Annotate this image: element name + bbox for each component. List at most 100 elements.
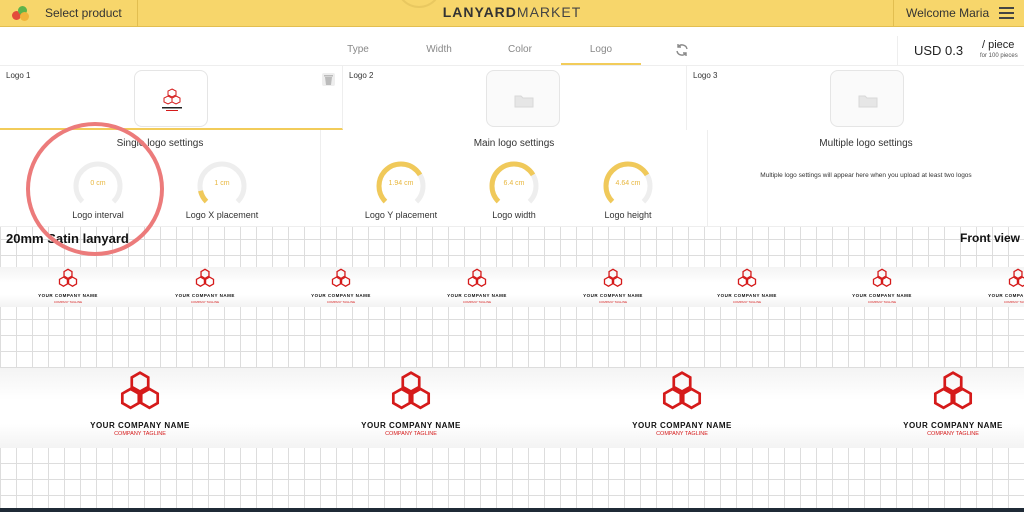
hexagon-logo-icon [120,371,160,410]
logo-width-gauge[interactable]: 6.4 cm [486,158,542,214]
highlight-circle [26,122,164,256]
company-name: YOUR COMPANY NAME [988,293,1024,299]
logo-thumbnail[interactable] [134,70,208,127]
company-tagline: COMPANY TAGLINE [927,430,979,437]
lanyard-print-logo: YOUR COMPANY NAMECOMPANY TAGLINE [893,370,1013,448]
company-name: YOUR COMPANY NAME [447,293,507,299]
company-tagline: COMPANY TAGLINE [190,299,220,304]
company-logo-thumbnail-icon [162,88,182,111]
lanyard-print-logo: YOUR COMPANY NAMECOMPANY TAGLINE [687,268,807,312]
hamburger-menu-icon[interactable] [999,7,1014,19]
logo-y-placement-gauge[interactable]: 1.94 cm [373,158,429,214]
lanyard-print-logo: YOUR COMPANY NAMECOMPANY TAGLINE [351,370,471,448]
hexagon-logo-icon [603,268,623,287]
lanyard-print-logo: YOUR COMPANY NAMECOMPANY TAGLINE [80,370,200,448]
lanyard-strip-small: YOUR COMPANY NAME COMPANY TAGLINE YOUR COM… [0,267,1024,307]
refresh-icon[interactable] [674,42,690,58]
lanyard-print-logo: YOUR COMPANY NAMECOMPANY TAGLINE [8,268,128,312]
gauge-value: 1 cm [214,180,230,187]
hexagon-logo-icon [195,268,215,287]
tab-type[interactable]: Type [328,44,388,55]
gauge-label: Logo Y placement [364,210,438,220]
lanyard-print-logo: YOUR COMPANY NAMECOMPANY TAGLINE [145,268,265,312]
gauge-label: Logo X placement [185,210,259,220]
logo-slot-3[interactable]: Logo 3 [687,66,1024,130]
gauge-value: 4.64 cm [615,180,641,187]
tab-logo[interactable]: Logo [571,44,631,55]
upload-placeholder[interactable] [486,70,560,127]
hexagon-logo-icon [58,268,78,287]
company-tagline: COMPANY TAGLINE [732,299,762,304]
company-tagline: COMPANY TAGLINE [114,430,166,437]
lanyard-print-logo: YOUR COMPANY NAMECOMPANY TAGLINE [281,268,401,312]
multiple-logo-note: Multiple logo settings will appear here … [760,172,972,179]
upload-placeholder[interactable] [830,70,904,127]
company-name: YOUR COMPANY NAME [90,420,190,430]
company-name: YOUR COMPANY NAME [361,420,461,430]
lanyard-preview: 20mm Satin lanyard Front view YOUR COMPA… [0,227,1024,512]
view-label[interactable]: Front view [960,231,1020,245]
active-tab-underline [561,63,641,65]
logo-slot-label: Logo 1 [6,71,31,80]
company-name: YOUR COMPANY NAME [38,293,98,299]
hexagon-logo-icon [467,268,487,287]
app-root: Select product LANYARDMARKET Welcome Mar… [0,0,1024,512]
company-name: YOUR COMPANY NAME [632,420,732,430]
panel-title: Main logo settings [473,138,555,149]
logo-height-gauge[interactable]: 4.64 cm [600,158,656,214]
logo-slot-label: Logo 2 [349,71,374,80]
company-tagline: COMPANY TAGLINE [867,299,897,304]
main-logo-settings: Main logo settings 1.94 cm Logo Y placem… [321,130,708,227]
multiple-logo-settings: Multiple logo settings Multiple logo set… [708,130,1024,227]
company-tagline: COMPANY TAGLINE [1003,299,1024,304]
hexagon-logo-icon [872,268,892,287]
logo-slot-label: Logo 3 [693,71,718,80]
gauge-value: 1.94 cm [388,180,414,187]
gauge-label: Logo width [492,210,536,220]
gauge-value: 6.4 cm [503,180,525,187]
tab-color[interactable]: Color [490,44,550,55]
logo-slot-2[interactable]: Logo 2 [343,66,687,130]
hexagon-logo-icon [662,371,702,410]
logo-slot-1[interactable]: Logo 1 [0,66,343,130]
panel-title: Multiple logo settings [819,138,913,149]
hexagon-logo-icon [737,268,757,287]
welcome-text: Welcome Maria [906,6,990,20]
price-amount: USD 0.3 [914,43,964,58]
company-tagline: COMPANY TAGLINE [656,430,708,437]
company-name: YOUR COMPANY NAME [311,293,371,299]
hexagon-logo-icon [331,268,351,287]
price-note: for 100 pieces [980,53,1018,59]
price-display: USD 0.3 / piece for 100 pieces [897,36,1024,66]
tab-width[interactable]: Width [409,44,469,55]
company-tagline: COMPANY TAGLINE [385,430,437,437]
company-name: YOUR COMPANY NAME [852,293,912,299]
company-name: YOUR COMPANY NAME [583,293,643,299]
price-unit: / piece [982,39,1015,51]
lanyard-print-logo: YOUR COMPANY NAMECOMPANY TAGLINE [622,370,742,448]
company-tagline: COMPANY TAGLINE [598,299,628,304]
lanyard-print-logo: YOUR COMPANY NAMECOMPANY TAGLINE [553,268,673,312]
hexagon-logo-icon [933,371,973,410]
lanyard-print-logo: YOUR COMPANY NAMECOMPANY TAGLINE [958,268,1024,312]
hexagon-logo-icon [1008,268,1024,287]
brand-bold: LANYARD [442,4,517,20]
company-name: YOUR COMPANY NAME [175,293,235,299]
brand-title[interactable]: LANYARDMARKET [0,4,1024,20]
company-tagline: COMPANY TAGLINE [53,299,83,304]
trash-icon[interactable] [322,73,335,86]
step-tabs: Type Width Color Logo [0,36,1024,66]
user-area: Welcome Maria [893,0,1024,27]
lanyard-print-logo: YOUR COMPANY NAMECOMPANY TAGLINE [417,268,537,312]
logo-slots: Logo 1 Logo 2 Logo 3 [0,66,1024,130]
hexagon-logo-icon [391,371,431,410]
company-tagline: COMPANY TAGLINE [326,299,356,304]
lanyard-print-logo: YOUR COMPANY NAMECOMPANY TAGLINE [822,268,942,312]
top-header: Select product LANYARDMARKET Welcome Mar… [0,0,1024,27]
folder-icon [858,95,878,108]
logo-x-placement-gauge[interactable]: 1 cm [194,158,250,214]
folder-icon [514,95,534,108]
company-name: YOUR COMPANY NAME [717,293,777,299]
lanyard-strip-large: YOUR COMPANY NAME COMPANY TAGLINE YOUR COM… [0,368,1024,448]
bottom-bar [0,508,1024,512]
